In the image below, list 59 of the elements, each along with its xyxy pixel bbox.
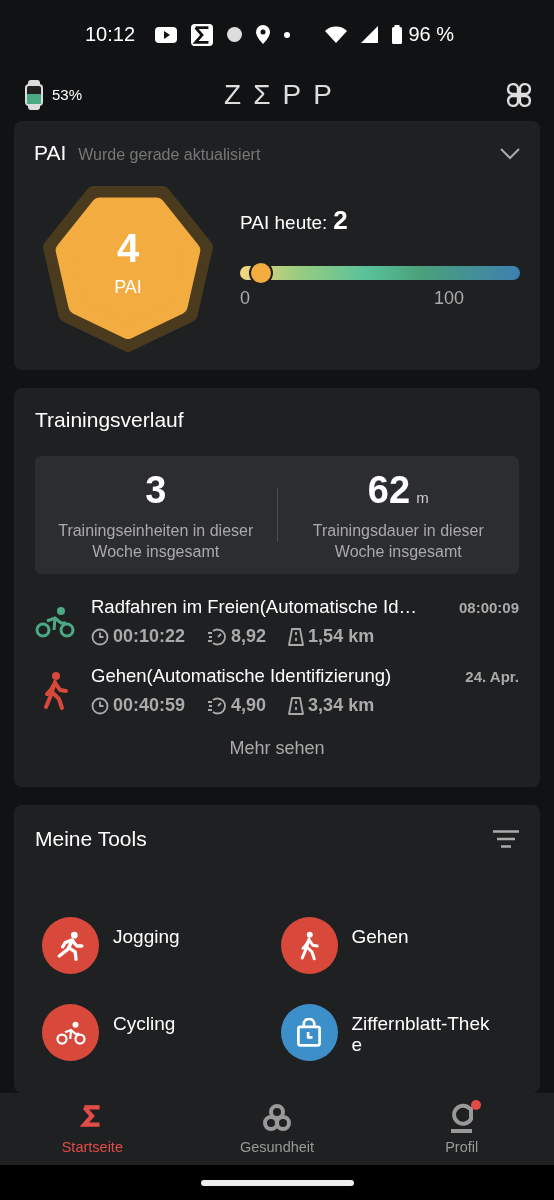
app-icon bbox=[227, 27, 243, 43]
pai-unit: PAI bbox=[114, 276, 142, 298]
clock-icon bbox=[91, 627, 109, 646]
scale-min: 0 bbox=[240, 287, 250, 309]
card-title: PAI bbox=[34, 140, 67, 165]
app-logo: ZΣPP bbox=[223, 78, 345, 111]
activity-time: 24. Apr. bbox=[465, 668, 519, 686]
duration: 00:40:59 bbox=[113, 695, 186, 717]
video-play-icon bbox=[155, 26, 178, 43]
clock-time: 10:12 bbox=[85, 23, 136, 47]
unit-label: m bbox=[416, 488, 429, 506]
wifi-icon bbox=[325, 26, 348, 44]
running-tool-icon bbox=[42, 917, 99, 975]
battery-icon bbox=[392, 25, 403, 45]
home-indicator[interactable] bbox=[200, 1179, 354, 1186]
tool-item[interactable]: Cycling bbox=[42, 1004, 281, 1062]
activity-time: 08:00:09 bbox=[458, 599, 519, 617]
summary-value: 3 bbox=[145, 468, 167, 512]
distance: 3,34 km bbox=[308, 695, 375, 717]
card-title: Trainingsverlauf bbox=[35, 407, 185, 433]
filter-icon[interactable] bbox=[493, 830, 519, 849]
more-link[interactable]: Mehr sehen bbox=[35, 738, 519, 760]
dot-icon bbox=[284, 31, 291, 38]
tool-item[interactable]: Jogging bbox=[42, 917, 281, 975]
signal-icon bbox=[361, 26, 379, 44]
road-icon bbox=[288, 627, 305, 646]
nav-tab[interactable]: Gesundheit bbox=[184, 1103, 370, 1155]
health-icon bbox=[262, 1103, 292, 1133]
speedometer-icon bbox=[207, 696, 228, 715]
card-title: Meine Tools bbox=[35, 827, 147, 852]
chevron-down-icon[interactable] bbox=[500, 147, 520, 160]
summary-value: 62 bbox=[367, 468, 411, 512]
distance: 1,54 km bbox=[308, 626, 375, 648]
watch-battery: 53% bbox=[52, 86, 83, 104]
nav-tab[interactable]: Startseite bbox=[0, 1103, 185, 1155]
apps-grid-icon[interactable] bbox=[506, 81, 532, 108]
activity-name[interactable]: Radfahren im Freien(Automatische Id… bbox=[91, 596, 417, 619]
road-icon bbox=[288, 696, 305, 715]
update-status: Wurde gerade aktualisiert bbox=[78, 145, 262, 164]
pace: 4,90 bbox=[231, 695, 267, 717]
location-pin-icon bbox=[256, 25, 271, 45]
summary-label: Trainingseinheiten in dieser Woche insgesamt bbox=[57, 520, 255, 562]
today-value: 2 bbox=[333, 204, 348, 236]
summary-label: Trainingsdauer in dieser Woche insgesamt bbox=[311, 520, 485, 562]
pai-score: 4 bbox=[116, 224, 140, 271]
speedometer-icon bbox=[207, 627, 228, 646]
activity-name[interactable]: Gehen(Automatische Identifizierung) bbox=[91, 665, 392, 688]
nav-tab[interactable]: Profil bbox=[369, 1103, 554, 1155]
watch-icon[interactable] bbox=[24, 79, 44, 110]
app-icon bbox=[191, 23, 214, 46]
today-label: PAI heute: bbox=[240, 211, 328, 234]
tool-item[interactable]: Gehen bbox=[280, 917, 519, 975]
pace: 8,92 bbox=[231, 626, 267, 648]
cycling-tool-icon bbox=[42, 1004, 99, 1062]
battery-percentage: 96 % bbox=[408, 23, 454, 47]
clock-icon bbox=[91, 696, 109, 715]
scale-max: 100 bbox=[433, 287, 464, 309]
duration: 00:10:22 bbox=[113, 626, 186, 648]
tool-item[interactable]: Ziffernblatt-Theke bbox=[280, 1004, 519, 1062]
